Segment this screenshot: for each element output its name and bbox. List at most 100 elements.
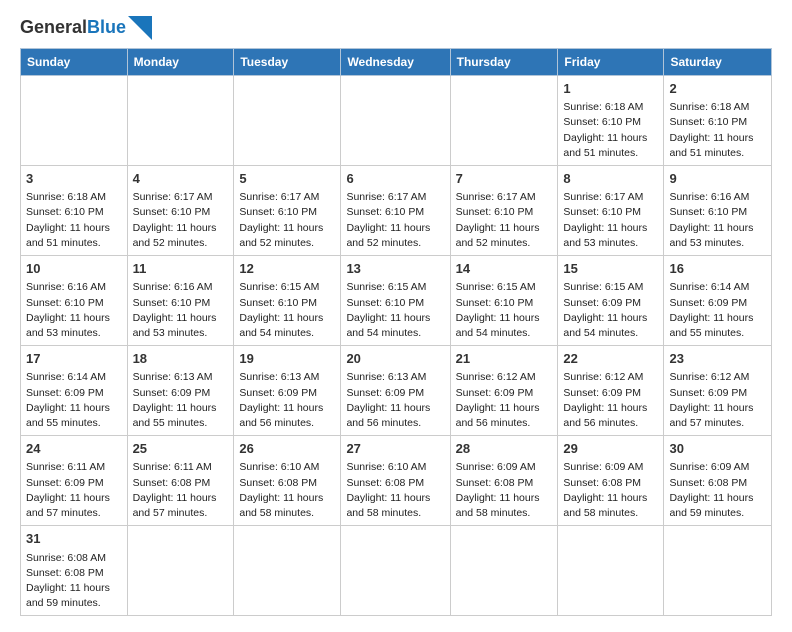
calendar-cell bbox=[664, 526, 772, 616]
calendar-cell bbox=[21, 76, 128, 166]
day-info: Sunrise: 6:12 AM Sunset: 6:09 PM Dayligh… bbox=[563, 370, 658, 431]
calendar-cell bbox=[341, 526, 450, 616]
day-number: 13 bbox=[346, 260, 444, 278]
weekday-header-friday: Friday bbox=[558, 49, 664, 76]
calendar-week-row: 24Sunrise: 6:11 AM Sunset: 6:09 PM Dayli… bbox=[21, 436, 772, 526]
day-number: 16 bbox=[669, 260, 766, 278]
day-info: Sunrise: 6:18 AM Sunset: 6:10 PM Dayligh… bbox=[669, 100, 766, 161]
calendar-cell: 9Sunrise: 6:16 AM Sunset: 6:10 PM Daylig… bbox=[664, 166, 772, 256]
calendar-cell: 15Sunrise: 6:15 AM Sunset: 6:09 PM Dayli… bbox=[558, 256, 664, 346]
day-info: Sunrise: 6:17 AM Sunset: 6:10 PM Dayligh… bbox=[239, 190, 335, 251]
logo-icon bbox=[128, 16, 152, 40]
day-number: 11 bbox=[133, 260, 229, 278]
calendar-cell: 22 Sunrise: 6:12 AM Sunset: 6:09 PM Dayli… bbox=[558, 346, 664, 436]
day-info: Sunrise: 6:10 AM Sunset: 6:08 PM Dayligh… bbox=[346, 460, 444, 521]
calendar-cell bbox=[234, 76, 341, 166]
day-number: 14 bbox=[456, 260, 553, 278]
day-info: Sunrise: 6:12 AM Sunset: 6:09 PM Dayligh… bbox=[456, 370, 553, 431]
day-number: 28 bbox=[456, 440, 553, 458]
calendar-cell: 17Sunrise: 6:14 AM Sunset: 6:09 PM Dayli… bbox=[21, 346, 128, 436]
calendar-cell: 3Sunrise: 6:18 AM Sunset: 6:10 PM Daylig… bbox=[21, 166, 128, 256]
calendar-week-row: 1 Sunrise: 6:18 AM Sunset: 6:10 PM Daylig… bbox=[21, 76, 772, 166]
day-info: Sunrise: 6:13 AM Sunset: 6:09 PM Dayligh… bbox=[133, 370, 229, 431]
day-number: 12 bbox=[239, 260, 335, 278]
day-info: Sunrise: 6:14 AM Sunset: 6:09 PM Dayligh… bbox=[26, 370, 122, 431]
calendar-cell: 13Sunrise: 6:15 AM Sunset: 6:10 PM Dayli… bbox=[341, 256, 450, 346]
calendar-cell: 25Sunrise: 6:11 AM Sunset: 6:08 PM Dayli… bbox=[127, 436, 234, 526]
day-info: Sunrise: 6:09 AM Sunset: 6:08 PM Dayligh… bbox=[456, 460, 553, 521]
calendar-cell: 2 Sunrise: 6:18 AM Sunset: 6:10 PM Daylig… bbox=[664, 76, 772, 166]
day-info: Sunrise: 6:09 AM Sunset: 6:08 PM Dayligh… bbox=[669, 460, 766, 521]
day-number: 22 bbox=[563, 350, 658, 368]
calendar-cell bbox=[450, 76, 558, 166]
day-number: 7 bbox=[456, 170, 553, 188]
calendar-cell: 20Sunrise: 6:13 AM Sunset: 6:09 PM Dayli… bbox=[341, 346, 450, 436]
calendar-cell: 21 Sunrise: 6:12 AM Sunset: 6:09 PM Dayli… bbox=[450, 346, 558, 436]
calendar-week-row: 17Sunrise: 6:14 AM Sunset: 6:09 PM Dayli… bbox=[21, 346, 772, 436]
day-number: 4 bbox=[133, 170, 229, 188]
calendar-cell: 4Sunrise: 6:17 AM Sunset: 6:10 PM Daylig… bbox=[127, 166, 234, 256]
day-number: 2 bbox=[669, 80, 766, 98]
day-number: 18 bbox=[133, 350, 229, 368]
day-number: 8 bbox=[563, 170, 658, 188]
calendar-cell: 24Sunrise: 6:11 AM Sunset: 6:09 PM Dayli… bbox=[21, 436, 128, 526]
calendar-cell: 7Sunrise: 6:17 AM Sunset: 6:10 PM Daylig… bbox=[450, 166, 558, 256]
day-info: Sunrise: 6:14 AM Sunset: 6:09 PM Dayligh… bbox=[669, 280, 766, 341]
weekday-header-tuesday: Tuesday bbox=[234, 49, 341, 76]
day-info: Sunrise: 6:16 AM Sunset: 6:10 PM Dayligh… bbox=[26, 280, 122, 341]
weekday-header-saturday: Saturday bbox=[664, 49, 772, 76]
weekday-header-sunday: Sunday bbox=[21, 49, 128, 76]
weekday-header-monday: Monday bbox=[127, 49, 234, 76]
calendar-cell: 26 Sunrise: 6:10 AM Sunset: 6:08 PM Dayli… bbox=[234, 436, 341, 526]
day-info: Sunrise: 6:09 AM Sunset: 6:08 PM Dayligh… bbox=[563, 460, 658, 521]
day-info: Sunrise: 6:12 AM Sunset: 6:09 PM Dayligh… bbox=[669, 370, 766, 431]
calendar-table: SundayMondayTuesdayWednesdayThursdayFrid… bbox=[20, 48, 772, 616]
logo-area: GeneralBlue bbox=[20, 16, 152, 40]
day-info: Sunrise: 6:18 AM Sunset: 6:10 PM Dayligh… bbox=[563, 100, 658, 161]
calendar-cell: 29 Sunrise: 6:09 AM Sunset: 6:08 PM Dayli… bbox=[558, 436, 664, 526]
day-number: 23 bbox=[669, 350, 766, 368]
calendar-cell bbox=[127, 76, 234, 166]
day-number: 30 bbox=[669, 440, 766, 458]
day-number: 10 bbox=[26, 260, 122, 278]
day-info: Sunrise: 6:16 AM Sunset: 6:10 PM Dayligh… bbox=[133, 280, 229, 341]
calendar-cell bbox=[450, 526, 558, 616]
day-info: Sunrise: 6:15 AM Sunset: 6:10 PM Dayligh… bbox=[456, 280, 553, 341]
calendar-cell: 11 Sunrise: 6:16 AM Sunset: 6:10 PM Dayli… bbox=[127, 256, 234, 346]
day-number: 19 bbox=[239, 350, 335, 368]
calendar-cell: 16 Sunrise: 6:14 AM Sunset: 6:09 PM Dayli… bbox=[664, 256, 772, 346]
calendar-cell: 12Sunrise: 6:15 AM Sunset: 6:10 PM Dayli… bbox=[234, 256, 341, 346]
calendar-week-row: 3Sunrise: 6:18 AM Sunset: 6:10 PM Daylig… bbox=[21, 166, 772, 256]
day-info: Sunrise: 6:10 AM Sunset: 6:08 PM Dayligh… bbox=[239, 460, 335, 521]
calendar-cell: 8 Sunrise: 6:17 AM Sunset: 6:10 PM Daylig… bbox=[558, 166, 664, 256]
day-info: Sunrise: 6:08 AM Sunset: 6:08 PM Dayligh… bbox=[26, 551, 122, 612]
weekday-header-thursday: Thursday bbox=[450, 49, 558, 76]
day-number: 29 bbox=[563, 440, 658, 458]
day-number: 3 bbox=[26, 170, 122, 188]
day-info: Sunrise: 6:17 AM Sunset: 6:10 PM Dayligh… bbox=[563, 190, 658, 251]
day-number: 15 bbox=[563, 260, 658, 278]
calendar-cell: 30 Sunrise: 6:09 AM Sunset: 6:08 PM Dayli… bbox=[664, 436, 772, 526]
calendar-cell: 19Sunrise: 6:13 AM Sunset: 6:09 PM Dayli… bbox=[234, 346, 341, 436]
calendar-cell: 14 Sunrise: 6:15 AM Sunset: 6:10 PM Dayli… bbox=[450, 256, 558, 346]
calendar-cell: 27 Sunrise: 6:10 AM Sunset: 6:08 PM Dayli… bbox=[341, 436, 450, 526]
page-header: GeneralBlue bbox=[20, 16, 772, 40]
calendar-cell: 18 Sunrise: 6:13 AM Sunset: 6:09 PM Dayli… bbox=[127, 346, 234, 436]
day-info: Sunrise: 6:11 AM Sunset: 6:09 PM Dayligh… bbox=[26, 460, 122, 521]
day-number: 27 bbox=[346, 440, 444, 458]
calendar-cell: 5Sunrise: 6:17 AM Sunset: 6:10 PM Daylig… bbox=[234, 166, 341, 256]
day-number: 1 bbox=[563, 80, 658, 98]
day-number: 21 bbox=[456, 350, 553, 368]
calendar-cell bbox=[558, 526, 664, 616]
calendar-cell bbox=[234, 526, 341, 616]
day-number: 31 bbox=[26, 530, 122, 548]
day-number: 26 bbox=[239, 440, 335, 458]
calendar-cell: 10 Sunrise: 6:16 AM Sunset: 6:10 PM Dayli… bbox=[21, 256, 128, 346]
calendar-cell: 23 Sunrise: 6:12 AM Sunset: 6:09 PM Dayli… bbox=[664, 346, 772, 436]
day-number: 20 bbox=[346, 350, 444, 368]
calendar-week-row: 31 Sunrise: 6:08 AM Sunset: 6:08 PM Dayli… bbox=[21, 526, 772, 616]
calendar-cell bbox=[127, 526, 234, 616]
logo-general-text: GeneralBlue bbox=[20, 18, 126, 38]
calendar-cell: 31 Sunrise: 6:08 AM Sunset: 6:08 PM Dayli… bbox=[21, 526, 128, 616]
day-number: 25 bbox=[133, 440, 229, 458]
